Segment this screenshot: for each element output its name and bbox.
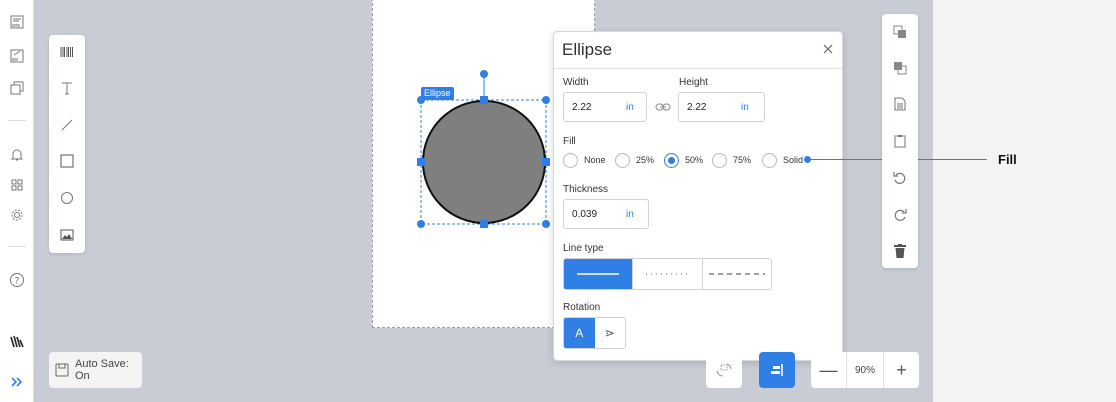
align-icon xyxy=(771,364,783,376)
resize-handle-n[interactable] xyxy=(480,96,488,104)
resize-handle-ne[interactable] xyxy=(542,96,550,104)
help-icon[interactable]: ? xyxy=(7,270,27,290)
resize-handle-e[interactable] xyxy=(542,158,550,166)
zoom-in-button[interactable]: + xyxy=(884,352,919,388)
object-name-tag: Ellipse xyxy=(421,87,454,100)
zoom-level: 90% xyxy=(846,352,884,388)
arrange-toolbar xyxy=(882,14,918,268)
redo-icon[interactable] xyxy=(890,205,910,225)
copy-icon[interactable] xyxy=(890,94,910,114)
fit-screen-icon xyxy=(716,363,732,377)
rotation-selector: A ⋗ xyxy=(563,317,626,349)
fill-option-solid[interactable]: Solid xyxy=(762,152,803,168)
resize-handle-sw[interactable] xyxy=(417,220,425,228)
resize-handle-w[interactable] xyxy=(417,158,425,166)
rotation-option-normal[interactable]: A xyxy=(564,318,595,348)
link-dimensions-icon[interactable] xyxy=(655,101,671,113)
fill-option-25[interactable]: 25% xyxy=(615,152,654,168)
delete-icon[interactable] xyxy=(890,241,910,261)
resize-handle-s[interactable] xyxy=(480,220,488,228)
radio-dot xyxy=(664,152,679,168)
panel-divider xyxy=(554,68,842,69)
svg-text:?: ? xyxy=(15,277,20,287)
zoom-out-button[interactable]: — xyxy=(811,352,846,388)
height-label: Height xyxy=(679,77,708,88)
radio-dot xyxy=(563,152,578,168)
height-field[interactable]: 2.22 in xyxy=(678,92,765,122)
linetype-selector xyxy=(563,258,772,290)
callout-dot xyxy=(804,156,811,163)
radio-dot xyxy=(762,152,777,168)
fill-option-none[interactable]: None xyxy=(563,152,606,168)
height-value: 2.22 xyxy=(687,102,707,113)
paste-icon[interactable] xyxy=(890,131,910,151)
properties-panel: Ellipse Width 2.22 in Height 2.22 in Fil… xyxy=(553,31,843,361)
linetype-solid[interactable] xyxy=(564,259,634,289)
thickness-value: 0.039 xyxy=(572,209,598,220)
close-icon[interactable] xyxy=(820,41,836,57)
callout-label: Fill xyxy=(998,152,1017,167)
fill-option-label: 75% xyxy=(733,155,752,165)
right-gutter xyxy=(933,0,1116,402)
fill-option-75[interactable]: 75% xyxy=(712,152,751,168)
rotation-label: Rotation xyxy=(563,302,601,313)
thickness-unit: in xyxy=(626,209,634,220)
zebra-logo-icon xyxy=(7,332,27,352)
expand-chevrons-icon[interactable] xyxy=(7,372,27,392)
rotation-handle[interactable] xyxy=(480,70,488,78)
radio-dot xyxy=(712,152,727,168)
selected-ellipse-group[interactable] xyxy=(0,0,600,240)
autosave-button[interactable]: Auto Save: On xyxy=(49,352,142,388)
autosave-label: Auto Save: On xyxy=(75,358,129,382)
fill-option-label: Solid xyxy=(783,155,804,165)
panel-title: Ellipse xyxy=(562,40,613,59)
resize-handle-se[interactable] xyxy=(542,220,550,228)
linetype-dotted[interactable] xyxy=(633,259,703,289)
bring-front-icon[interactable] xyxy=(890,58,910,78)
thickness-label: Thickness xyxy=(563,184,609,195)
fill-option-label: 50% xyxy=(685,155,704,165)
fill-option-label: 25% xyxy=(636,155,655,165)
radio-dot xyxy=(615,152,630,168)
linetype-label: Line type xyxy=(563,243,604,254)
rotation-option-rotated[interactable]: ⋗ xyxy=(595,318,626,348)
undo-icon[interactable] xyxy=(890,168,910,188)
rail-divider xyxy=(8,246,26,247)
zoom-control: — 90% + xyxy=(811,352,919,388)
thickness-field[interactable]: 0.039 in xyxy=(563,199,649,229)
width-label: Width xyxy=(563,77,589,88)
width-field[interactable]: 2.22 in xyxy=(563,92,647,122)
width-value: 2.22 xyxy=(572,102,592,113)
fill-label: Fill xyxy=(563,136,576,147)
fill-option-label: None xyxy=(584,155,606,165)
save-icon xyxy=(55,363,69,377)
fill-option-50[interactable]: 50% xyxy=(664,152,703,168)
linetype-dashed[interactable] xyxy=(703,259,771,289)
height-unit: in xyxy=(741,102,749,113)
send-back-icon[interactable] xyxy=(890,22,910,42)
align-button[interactable] xyxy=(759,352,795,388)
width-unit: in xyxy=(626,102,634,113)
fit-to-screen-button[interactable] xyxy=(706,352,742,388)
ellipse-shape[interactable] xyxy=(422,100,546,224)
